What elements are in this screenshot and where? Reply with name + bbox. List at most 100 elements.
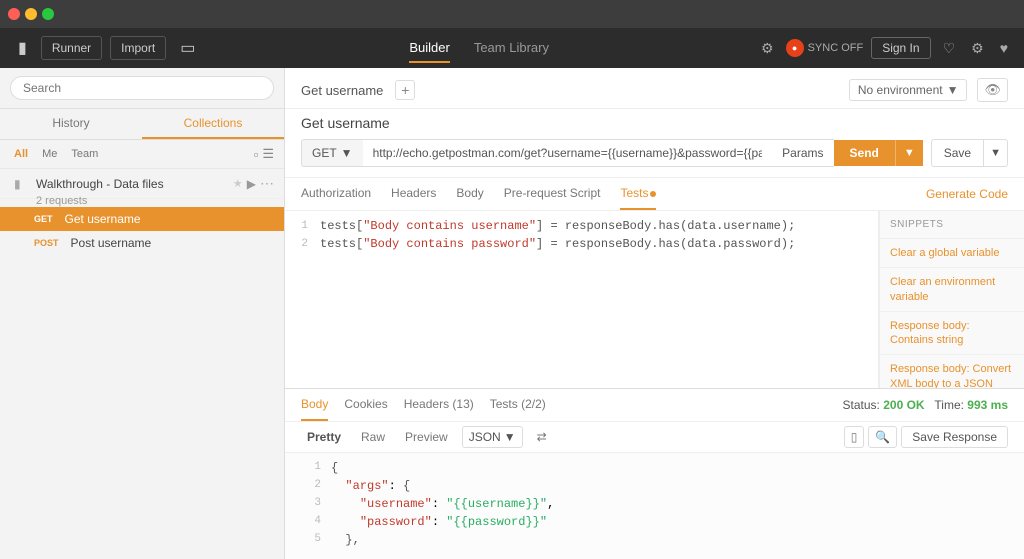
expand-icon[interactable]: ▶ bbox=[247, 177, 256, 191]
resp-line-num-3: 3 bbox=[301, 497, 331, 515]
method-badge-post: POST bbox=[30, 237, 63, 249]
snippets-panel: SNIPPETS Clear a global variable Clear a… bbox=[879, 211, 1024, 388]
toolbar-right: ⚙ ● SYNC OFF Sign In ♡ ⚙ ♥ bbox=[757, 37, 1012, 59]
tab-builder[interactable]: Builder bbox=[409, 34, 449, 63]
resp-tab-headers[interactable]: Headers (13) bbox=[404, 389, 474, 421]
response-body: 1 { 2 "args": { 3 "username": "{{usernam… bbox=[285, 453, 1024, 559]
save-button[interactable]: Save bbox=[931, 139, 984, 167]
new-folder-icon[interactable]: ▫ bbox=[254, 146, 259, 162]
collection-requests-count: 2 requests bbox=[36, 195, 87, 207]
snippet-contains-string[interactable]: Response body: Contains string bbox=[880, 312, 1024, 356]
settings-icon[interactable]: ⚙ bbox=[757, 38, 778, 59]
sidebar-tabs: History Collections bbox=[0, 109, 284, 140]
add-tab-button[interactable]: + bbox=[395, 80, 415, 100]
status-value: 200 OK bbox=[883, 398, 924, 412]
collection-folder-icon: ▮ bbox=[14, 177, 28, 191]
method-select[interactable]: GET ▼ bbox=[301, 139, 363, 167]
runner-button[interactable]: Runner bbox=[41, 36, 102, 60]
env-preview-icon[interactable]: 👁 bbox=[977, 78, 1008, 102]
sort-icon[interactable]: ☰ bbox=[262, 146, 274, 162]
code-line-1: 1 tests["Body contains username"] = resp… bbox=[285, 219, 878, 237]
line-content-2: tests["Body contains password"] = respon… bbox=[320, 237, 878, 255]
resp-tab-body[interactable]: Body bbox=[301, 389, 328, 421]
wrap-icon[interactable]: ⇄ bbox=[531, 427, 553, 447]
time-value: 993 ms bbox=[967, 398, 1008, 412]
send-button[interactable]: Send bbox=[834, 140, 895, 166]
tab-history[interactable]: History bbox=[0, 109, 142, 139]
format-select-chevron: ▼ bbox=[504, 430, 516, 444]
generate-code-button[interactable]: Generate Code bbox=[926, 187, 1008, 201]
params-button[interactable]: Params bbox=[772, 139, 833, 167]
main-toolbar: ▮ Runner Import ▭ Builder Team Library ⚙… bbox=[0, 28, 1024, 68]
collection-meta: 2 requests bbox=[0, 195, 284, 207]
url-input[interactable] bbox=[363, 139, 773, 167]
tab-pre-request[interactable]: Pre-request Script bbox=[504, 178, 601, 210]
main-layout: History Collections All Me Team ▫ ☰ ▮ Wa… bbox=[0, 68, 1024, 559]
send-dropdown-icon[interactable]: ▼ bbox=[895, 140, 923, 166]
tab-headers[interactable]: Headers bbox=[391, 178, 436, 210]
resp-tab-tests[interactable]: Tests (2/2) bbox=[490, 389, 546, 421]
collection-name: Walkthrough - Data files bbox=[36, 177, 233, 191]
main-tabs: Builder Team Library bbox=[209, 34, 749, 63]
tab-team-library[interactable]: Team Library bbox=[474, 34, 549, 63]
request-item-get-username[interactable]: GET Get username bbox=[0, 207, 284, 231]
signin-button[interactable]: Sign In bbox=[871, 37, 930, 59]
save-response-button[interactable]: Save Response bbox=[901, 426, 1008, 448]
more-options-icon[interactable]: ⋯ bbox=[260, 175, 274, 192]
tests-dot-badge bbox=[650, 191, 656, 197]
chevron-down-icon: ▼ bbox=[947, 83, 959, 97]
new-window-icon[interactable]: ▭ bbox=[174, 34, 201, 62]
tab-body[interactable]: Body bbox=[456, 178, 483, 210]
star-icon[interactable]: ★ bbox=[233, 177, 243, 190]
code-editor[interactable]: 1 tests["Body contains username"] = resp… bbox=[285, 211, 879, 388]
tab-authorization[interactable]: Authorization bbox=[301, 178, 371, 210]
search-response-icon[interactable]: 🔍 bbox=[868, 426, 897, 448]
save-button-group: Save ▼ bbox=[931, 139, 1008, 167]
url-bar: GET ▼ Params Send ▼ Save ▼ bbox=[285, 139, 1024, 178]
snippet-convert-xml[interactable]: Response body: Convert XML body to a JSO… bbox=[880, 355, 1024, 388]
format-pretty-button[interactable]: Pretty bbox=[301, 427, 347, 447]
minimize-button[interactable] bbox=[25, 8, 37, 20]
import-button[interactable]: Import bbox=[110, 36, 166, 60]
snippet-clear-env[interactable]: Clear an environment variable bbox=[880, 268, 1024, 312]
response-status: Status: 200 OK Time: 993 ms bbox=[843, 398, 1008, 412]
resp-line-content-3: "username": "{{username}}", bbox=[331, 497, 1008, 515]
notifications-icon[interactable]: ♡ bbox=[939, 38, 960, 59]
copy-icon[interactable]: ▯ bbox=[844, 426, 865, 448]
format-raw-button[interactable]: Raw bbox=[355, 427, 391, 447]
editor-area: 1 tests["Body contains username"] = resp… bbox=[285, 211, 1024, 388]
method-label: GET bbox=[312, 146, 337, 160]
close-button[interactable] bbox=[8, 8, 20, 20]
format-select[interactable]: JSON ▼ bbox=[462, 426, 523, 448]
window-controls[interactable] bbox=[8, 8, 54, 20]
sync-icon: ● bbox=[786, 39, 804, 57]
resp-line-content-5: }, bbox=[331, 533, 1008, 551]
search-input[interactable] bbox=[10, 76, 274, 100]
snippets-title: SNIPPETS bbox=[880, 211, 1024, 239]
help-icon[interactable]: ⚙ bbox=[967, 38, 988, 59]
filter-team[interactable]: Team bbox=[67, 147, 102, 161]
resp-tab-cookies[interactable]: Cookies bbox=[344, 389, 387, 421]
request-item-post-username[interactable]: POST Post username bbox=[0, 231, 284, 255]
resp-line-4: 4 "password": "{{password}}" bbox=[301, 515, 1008, 533]
format-preview-button[interactable]: Preview bbox=[399, 427, 454, 447]
maximize-button[interactable] bbox=[42, 8, 54, 20]
environment-select[interactable]: No environment ▼ bbox=[849, 79, 968, 101]
tab-tests[interactable]: Tests bbox=[620, 178, 656, 210]
snippet-clear-global[interactable]: Clear a global variable bbox=[880, 239, 1024, 268]
resp-line-1: 1 { bbox=[301, 461, 1008, 479]
format-select-label: JSON bbox=[469, 430, 501, 444]
resp-line-5: 5 }, bbox=[301, 533, 1008, 551]
toolbar-left: ▮ Runner Import ▭ bbox=[12, 34, 201, 62]
resp-line-num-5: 5 bbox=[301, 533, 331, 551]
sidebar-toggle-icon[interactable]: ▮ bbox=[12, 34, 33, 62]
collection-item: ▮ Walkthrough - Data files ★ ▶ ⋯ 2 reque… bbox=[0, 169, 284, 255]
save-dropdown-icon[interactable]: ▼ bbox=[984, 139, 1008, 167]
filter-me[interactable]: Me bbox=[38, 147, 61, 161]
filter-all[interactable]: All bbox=[10, 147, 32, 161]
favorite-icon[interactable]: ♥ bbox=[996, 38, 1012, 58]
tab-collections[interactable]: Collections bbox=[142, 109, 284, 139]
resp-icons: ▯ 🔍 Save Response bbox=[844, 426, 1008, 448]
resp-line-2: 2 "args": { bbox=[301, 479, 1008, 497]
request-title: Get username bbox=[285, 109, 1024, 139]
